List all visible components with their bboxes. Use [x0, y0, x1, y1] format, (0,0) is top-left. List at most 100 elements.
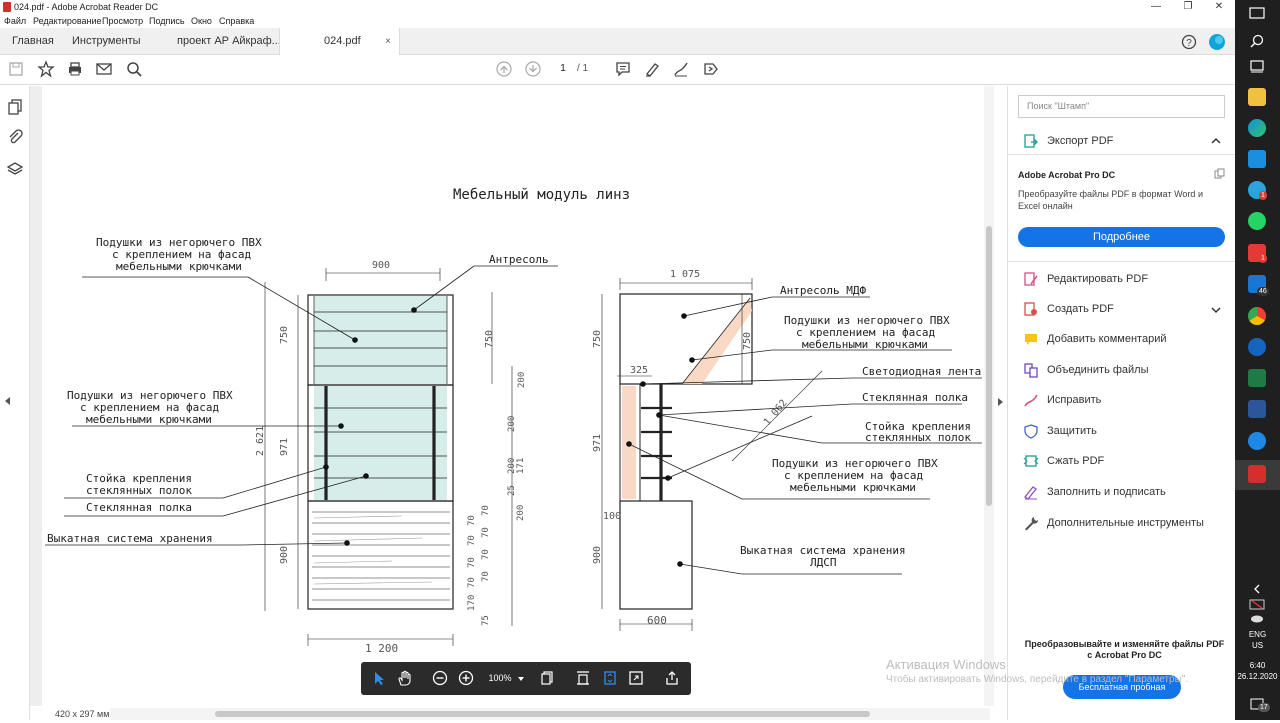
fit-width-icon[interactable] — [575, 670, 591, 686]
expand-chevron-down-icon[interactable] — [1211, 306, 1221, 314]
right-label-led: Светодиодная лента — [862, 365, 981, 378]
page-thumbnails-icon[interactable] — [6, 98, 24, 116]
tab-tools[interactable]: Инструменты — [72, 28, 141, 55]
excel-icon[interactable] — [1248, 369, 1266, 387]
technical-drawing: Мебельный модуль линз 900 2 621 750 971 … — [45, 187, 982, 655]
left-label-shelf: Стеклянная полка — [86, 501, 192, 514]
whatsapp-icon[interactable] — [1248, 212, 1266, 230]
hand-tool-icon[interactable] — [396, 669, 414, 687]
copy-icon[interactable] — [1214, 168, 1225, 179]
collapse-chevron-up-icon[interactable] — [1211, 137, 1221, 145]
clock-time[interactable]: 6:40 — [1235, 661, 1280, 670]
right-label-pillow2-line3: мебельными крючками — [790, 481, 916, 494]
share-send-icon[interactable] — [701, 60, 721, 80]
email-icon[interactable] — [94, 60, 114, 80]
tool-create-pdf[interactable]: Создать PDF — [1018, 299, 1228, 319]
share-upload-icon[interactable] — [664, 670, 680, 686]
expand-right-panel-arrow-icon[interactable] — [997, 397, 1005, 407]
tab-024-pdf[interactable]: 024.pdf × — [279, 28, 400, 56]
menu-edit[interactable]: Редактирование — [33, 14, 102, 28]
close-window-button[interactable]: ✕ — [1203, 0, 1235, 14]
task-view-icon[interactable] — [1249, 58, 1265, 74]
help-icon[interactable]: ? — [1181, 34, 1197, 50]
calendar-app-icon[interactable] — [1248, 150, 1266, 168]
document-viewport: Мебельный модуль линз 900 2 621 750 971 … — [30, 86, 992, 706]
right-tools-panel: Поиск "Штамп" Экспорт PDF Adobe Acrobat … — [1007, 86, 1236, 720]
menu-help[interactable]: Справка — [219, 14, 254, 28]
left-label-stand-line2: стеклянных полок — [86, 484, 192, 497]
tray-expand-chevron-icon[interactable] — [1252, 584, 1262, 594]
taskbar-search-icon[interactable] — [1249, 33, 1265, 49]
tool-protect[interactable]: Защитить — [1018, 421, 1228, 441]
page-number-input[interactable]: 1 — [553, 63, 573, 74]
print-icon[interactable] — [65, 60, 85, 80]
edge-browser-icon[interactable] — [1248, 119, 1266, 137]
tool-combine-files[interactable]: Объединить файлы — [1018, 360, 1228, 380]
comment-tool-icon — [1025, 334, 1037, 345]
dim-left-70-1: 70 — [467, 515, 477, 526]
maximize-button[interactable]: ❐ — [1172, 0, 1204, 14]
zoom-out-icon[interactable] — [432, 670, 448, 686]
tools-search-input[interactable]: Поиск "Штамп" — [1018, 95, 1225, 118]
tab-bar: Главная Инструменты проект АР Айкраф... … — [0, 28, 1235, 56]
word-icon[interactable] — [1248, 400, 1266, 418]
notifications-icon[interactable] — [1249, 6, 1265, 20]
watermark-line2: Чтобы активировать Windows, перейдите в … — [886, 674, 1189, 685]
horizontal-scroll-thumb[interactable] — [215, 711, 870, 717]
tab-project-doc[interactable]: проект АР Айкраф... — [177, 28, 281, 55]
language-region: US — [1251, 641, 1264, 650]
tool-add-comment[interactable]: Добавить комментарий — [1018, 329, 1228, 349]
menu-window[interactable]: Окно — [191, 14, 212, 28]
attachments-icon[interactable] — [6, 128, 24, 146]
collapse-left-arrow-icon[interactable] — [3, 396, 11, 406]
minimize-button[interactable]: — — [1140, 0, 1172, 14]
tool-more-tools[interactable]: Дополнительные инструменты — [1018, 513, 1228, 533]
full-screen-icon[interactable] — [628, 670, 644, 686]
comment-icon[interactable] — [613, 60, 633, 80]
vertical-scrollbar[interactable] — [984, 86, 994, 706]
tool-compress-pdf[interactable]: Сжать PDF — [1018, 451, 1228, 471]
save-icon[interactable] — [6, 60, 26, 80]
tool-fix[interactable]: Исправить — [1018, 390, 1228, 410]
tool-edit-pdf[interactable]: Редактировать PDF — [1018, 269, 1228, 289]
tool-edit-pdf-label: Редактировать PDF — [1047, 273, 1149, 285]
acrobat-taskbar-icon[interactable] — [1248, 465, 1266, 483]
search-zoom-icon[interactable] — [124, 60, 144, 80]
language-indicator[interactable]: ENG — [1235, 630, 1280, 639]
zoom-level-select[interactable]: 100% — [485, 668, 515, 689]
vertical-scroll-thumb[interactable] — [986, 226, 992, 506]
zoom-in-icon[interactable] — [458, 670, 474, 686]
promo-text: Преобразуйте файлы PDF в формат Word и E… — [1018, 189, 1203, 211]
export-pdf-item[interactable]: Экспорт PDF — [1018, 131, 1228, 151]
page-fit-icon[interactable] — [539, 670, 555, 686]
tool-fill-sign[interactable]: Заполнить и подписать — [1018, 482, 1228, 502]
highlight-pen-icon[interactable] — [642, 60, 662, 80]
promo-title: Adobe Acrobat Pro DC — [1018, 170, 1116, 180]
floating-zoom-toolbar: 100% — [361, 662, 691, 695]
network-icon[interactable] — [1249, 598, 1265, 610]
menu-file[interactable]: Файл — [4, 14, 26, 28]
select-arrow-icon[interactable] — [371, 670, 387, 686]
fit-page-icon[interactable] — [602, 670, 618, 686]
zoom-dropdown-chevron-icon[interactable] — [517, 676, 525, 682]
internet-explorer-icon[interactable] — [1248, 432, 1266, 450]
tab-home[interactable]: Главная — [12, 28, 54, 55]
divider — [1008, 261, 1236, 262]
account-avatar-icon[interactable] — [1208, 33, 1226, 51]
learn-more-button[interactable]: Подробнее — [1018, 227, 1225, 247]
horizontal-scrollbar[interactable] — [110, 708, 990, 720]
onedrive-cloud-icon[interactable] — [1249, 612, 1265, 624]
sign-icon[interactable] — [671, 60, 691, 80]
page-up-icon[interactable] — [494, 60, 514, 80]
file-explorer-icon[interactable] — [1248, 88, 1266, 106]
dim-left-2621: 2 621 — [255, 426, 266, 456]
layers-icon[interactable] — [6, 160, 24, 178]
menu-view[interactable]: Просмотр — [102, 14, 143, 28]
page-down-icon[interactable] — [523, 60, 543, 80]
chrome-icon[interactable] — [1248, 307, 1266, 325]
teamviewer-icon[interactable] — [1248, 338, 1266, 356]
bookmark-star-icon[interactable] — [36, 60, 56, 80]
menu-sign[interactable]: Подпись — [149, 14, 185, 28]
tab-close-icon[interactable]: × — [385, 28, 391, 55]
compress-pdf-icon — [1023, 455, 1039, 467]
